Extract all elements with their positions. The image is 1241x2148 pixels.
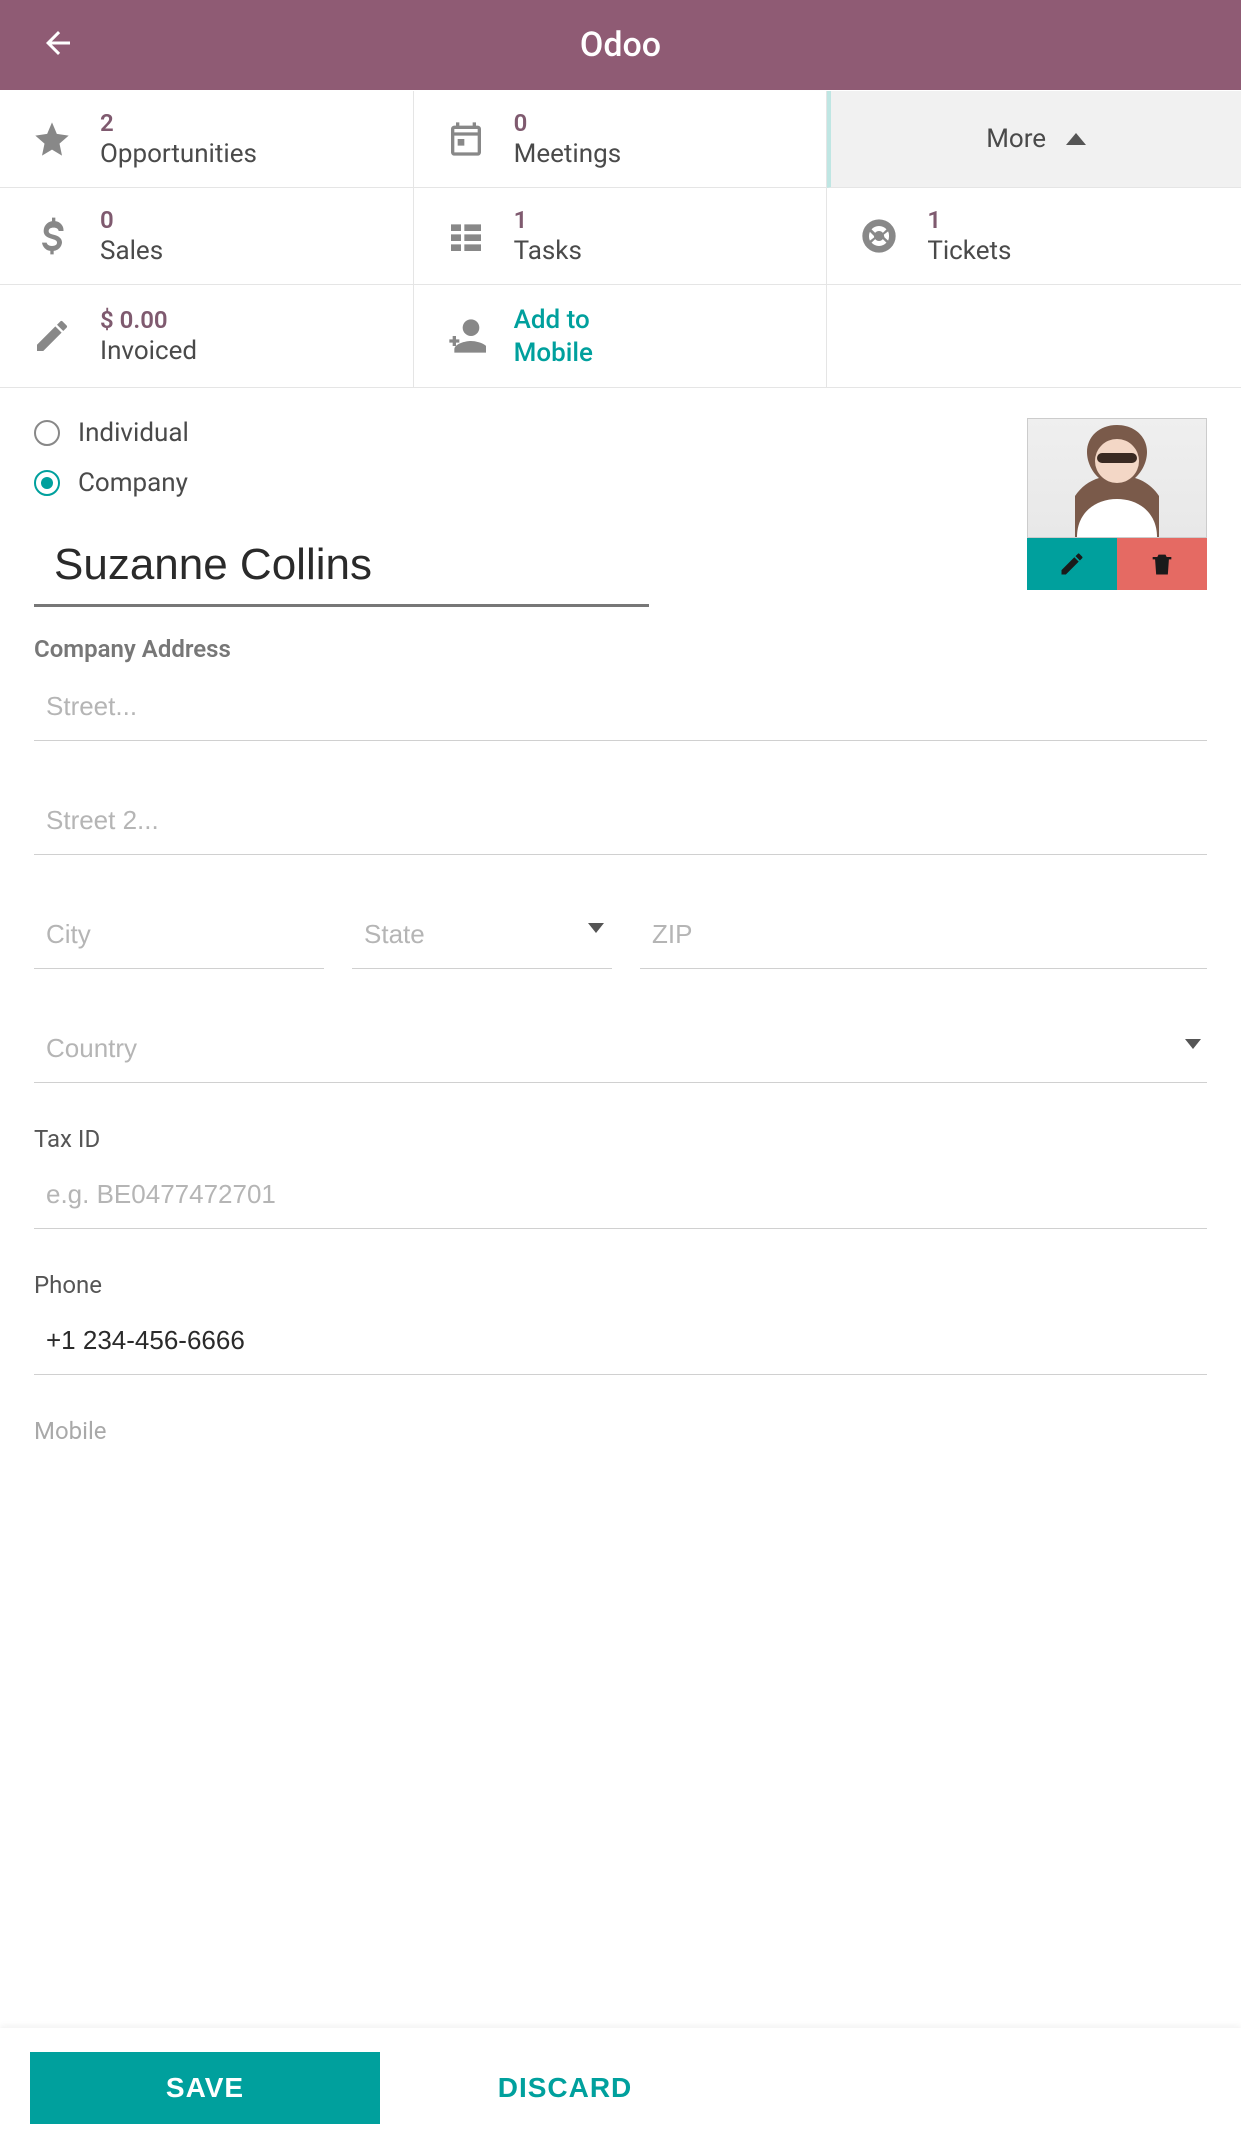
arrow-left-icon [40, 25, 76, 61]
stat-label: Tasks [514, 236, 582, 266]
stat-count: 1 [514, 206, 582, 234]
name-input[interactable] [34, 526, 649, 607]
tasks-icon [446, 216, 486, 256]
stat-invoiced[interactable]: $ 0.00 Invoiced [0, 285, 414, 388]
radio-label: Individual [78, 418, 189, 448]
stat-sales[interactable]: 0 Sales [0, 188, 414, 285]
dollar-icon [32, 216, 72, 256]
caret-down-icon [588, 923, 604, 933]
app-title: Odoo [580, 25, 661, 65]
save-button[interactable]: SAVE [30, 2052, 380, 2124]
caret-up-icon [1066, 133, 1086, 145]
stat-label: Opportunities [100, 139, 257, 169]
stat-label: Invoiced [100, 336, 197, 366]
contact-form: Individual Company Company Address Tax I… [0, 388, 1241, 1593]
edit-square-icon [32, 316, 72, 356]
discard-button[interactable]: DISCARD [380, 2052, 750, 2124]
street-input[interactable] [34, 673, 1207, 741]
tax-id-label: Tax ID [34, 1125, 1207, 1153]
avatar-image [1027, 418, 1207, 538]
add-mobile-line1: Add to [514, 305, 593, 336]
more-label: More [986, 124, 1046, 154]
avatar-box [1027, 418, 1207, 590]
state-select[interactable] [352, 901, 612, 969]
pencil-icon [1058, 550, 1086, 578]
stat-count: 0 [100, 206, 163, 234]
lifebuoy-icon [859, 216, 899, 256]
radio-icon [34, 470, 60, 496]
caret-down-icon [1185, 1039, 1201, 1049]
zip-input[interactable] [640, 901, 1207, 969]
mobile-label: Mobile [34, 1417, 1207, 1445]
stat-meetings[interactable]: 0 Meetings [414, 91, 828, 188]
stat-count: 1 [927, 206, 1011, 234]
city-input[interactable] [34, 901, 324, 969]
stat-opportunities[interactable]: 2 Opportunities [0, 91, 414, 188]
star-icon [32, 119, 72, 159]
stat-more-toggle[interactable]: More [827, 91, 1241, 188]
avatar-edit-button[interactable] [1027, 538, 1117, 590]
stat-label: Sales [100, 236, 163, 266]
address-section-label: Company Address [34, 635, 1207, 663]
radio-icon [34, 420, 60, 446]
stat-amount: $ 0.00 [100, 306, 197, 334]
street2-input[interactable] [34, 787, 1207, 855]
phone-label: Phone [34, 1271, 1207, 1299]
trash-icon [1148, 550, 1176, 578]
tax-id-input[interactable] [34, 1161, 1207, 1229]
person-add-icon [446, 316, 486, 356]
footer-bar: SAVE DISCARD [0, 2028, 1241, 2148]
avatar-placeholder-icon [1047, 418, 1187, 537]
avatar-delete-button[interactable] [1117, 538, 1207, 590]
add-mobile-line2: Mobile [514, 338, 593, 369]
stat-count: 2 [100, 109, 257, 137]
radio-label: Company [78, 468, 188, 498]
stat-label: Tickets [927, 236, 1011, 266]
phone-input[interactable] [34, 1307, 1207, 1375]
stat-tasks[interactable]: 1 Tasks [414, 188, 828, 285]
calendar-icon [446, 119, 486, 159]
stat-tickets[interactable]: 1 Tickets [827, 188, 1241, 285]
stats-grid: 2 Opportunities 0 Meetings More 0 Sales … [0, 90, 1241, 388]
stat-add-to-mobile[interactable]: Add to Mobile [414, 285, 828, 388]
stat-count: 0 [514, 109, 621, 137]
stat-label: Meetings [514, 139, 621, 169]
back-button[interactable] [40, 25, 76, 65]
country-select[interactable] [34, 1015, 1207, 1083]
app-header: Odoo [0, 0, 1241, 90]
stat-empty [827, 285, 1241, 388]
